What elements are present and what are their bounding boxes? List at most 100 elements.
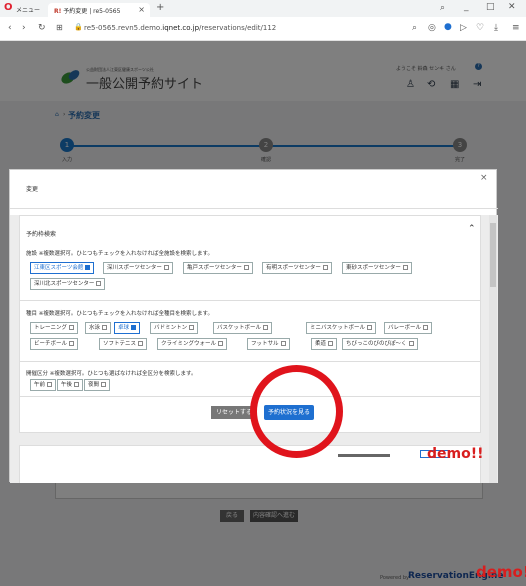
demo-watermark: demo!! xyxy=(427,446,484,462)
checkbox-box-icon[interactable] xyxy=(408,341,414,346)
lock-icon: 🔒 xyxy=(74,23,83,31)
checkbox-label: 深川スポーツセンター xyxy=(107,265,162,271)
facility-checkbox[interactable]: 深川スポーツセンター xyxy=(103,262,173,274)
facility-checkbox[interactable]: 深川北スポーツセンター xyxy=(30,278,106,290)
facility-checkbox[interactable]: 江東区スポーツ会館 xyxy=(30,262,95,274)
change-modal: 変更 × 予約枠検索 ⌃ 施設 ※複数選択可。ひとつもチェックを入れなければ全施… xyxy=(9,169,498,483)
period-checkbox[interactable]: 午後 xyxy=(57,379,84,391)
tab-close-icon[interactable]: × xyxy=(138,5,145,14)
collapse-chevron-icon[interactable]: ⌃ xyxy=(468,224,476,234)
facility-checkbox[interactable]: 亀戸スポーツセンター xyxy=(183,262,253,274)
checkbox-label: ビーチボール xyxy=(34,341,68,347)
flow-icon[interactable]: ▷ xyxy=(460,24,467,33)
easy-setup-icon[interactable]: ≡ xyxy=(512,24,520,33)
checkbox-box-icon[interactable] xyxy=(96,281,102,286)
reload-icon[interactable]: ↻ xyxy=(38,24,46,33)
sport-checkbox[interactable]: トレーニング xyxy=(30,322,79,334)
search-icon[interactable]: ⌕ xyxy=(440,4,445,13)
sport-checkbox[interactable]: バレーボール xyxy=(384,322,433,334)
search-engine-icon[interactable]: ⌕ xyxy=(412,24,417,33)
highlight-circle xyxy=(250,365,343,458)
speed-dial-icon[interactable]: ⊞ xyxy=(56,24,63,32)
window-close-icon[interactable]: ✕ xyxy=(508,3,516,12)
checkbox-box-icon[interactable] xyxy=(47,382,53,387)
sport-checkbox[interactable]: 柔道 xyxy=(311,338,338,350)
back-icon[interactable]: ‹ xyxy=(8,24,12,33)
sport-checkbox[interactable]: ちびっこのびのびぽ〜く xyxy=(342,338,418,350)
checkbox-box-icon[interactable] xyxy=(138,341,144,346)
sport-checkbox[interactable]: バスケットボール xyxy=(213,322,273,334)
period-checkbox[interactable]: 午前 xyxy=(30,379,57,391)
checkbox-box-icon[interactable] xyxy=(131,325,137,330)
checkbox-label: クライミングウォール xyxy=(161,341,217,347)
checkbox-box-icon[interactable] xyxy=(328,341,334,346)
checkbox-box-icon[interactable] xyxy=(218,341,224,346)
checkbox-label: 深川北スポーツセンター xyxy=(34,281,95,287)
tab-favicon-icon: R! xyxy=(54,8,62,15)
checkbox-box-icon[interactable] xyxy=(102,325,108,330)
checkbox-box-icon[interactable] xyxy=(69,325,75,330)
checkbox-label: 江東区スポーツ会館 xyxy=(34,265,84,271)
facility-label: 施設 ※複数選択可。ひとつもチェックを入れなければ全施設を検索します。 xyxy=(26,251,213,257)
modal-header-divider xyxy=(10,208,498,209)
sport-checkbox[interactable]: 卓球 xyxy=(114,322,141,334)
checkbox-box-icon[interactable] xyxy=(163,265,169,270)
checkbox-box-icon[interactable] xyxy=(189,325,195,330)
results-strip xyxy=(338,454,390,457)
modal-close-icon[interactable]: × xyxy=(480,173,488,183)
checkbox-label: ちびっこのびのびぽ〜く xyxy=(346,341,407,347)
checkbox-label: 卓球 xyxy=(118,325,130,331)
vpn-shield-icon[interactable]: ● xyxy=(444,23,452,32)
snapshot-icon[interactable]: ◎ xyxy=(428,24,436,33)
sport-checkbox[interactable]: バドミントン xyxy=(150,322,199,334)
browser-tab-bar: O メニュー R! 予約変更 | re5-0565 × + ⌕ _ □ ✕ xyxy=(0,0,526,17)
url-prefix: re5-0565.revn5.demo. xyxy=(84,24,163,32)
address-bar[interactable]: re5-0565.revn5.demo.iqnet.co.jp/reservat… xyxy=(84,22,346,36)
checkbox-box-icon[interactable] xyxy=(367,325,373,330)
new-tab-button[interactable]: + xyxy=(156,2,164,13)
checkbox-label: フットサル xyxy=(251,341,279,347)
sport-checkbox[interactable]: フットサル xyxy=(247,338,290,350)
period-checkbox[interactable]: 夜間 xyxy=(84,379,111,391)
minimize-icon[interactable]: _ xyxy=(464,3,469,12)
checkbox-box-icon[interactable] xyxy=(263,325,269,330)
checkbox-box-icon[interactable] xyxy=(423,325,429,330)
checkbox-label: 柔道 xyxy=(315,341,327,347)
checkbox-box-icon[interactable] xyxy=(74,382,80,387)
checkbox-box-icon[interactable] xyxy=(101,382,107,387)
checkbox-label: 午後 xyxy=(61,382,73,388)
browser-menu-label[interactable]: メニュー xyxy=(16,5,40,14)
checkbox-box-icon[interactable] xyxy=(243,265,249,270)
sport-checkbox[interactable]: ミニバスケットボール xyxy=(306,322,377,334)
checkbox-label: 午前 xyxy=(34,382,46,388)
checkbox-box-icon[interactable] xyxy=(402,265,408,270)
checkbox-box-icon[interactable] xyxy=(69,341,75,346)
checkbox-label: トレーニング xyxy=(34,325,68,331)
maximize-icon[interactable]: □ xyxy=(486,3,495,12)
panel-title: 予約枠検索 xyxy=(26,231,57,238)
modal-scrollbar[interactable] xyxy=(489,215,497,483)
checkbox-box-icon[interactable] xyxy=(85,265,91,270)
sport-checkbox[interactable]: ソフトテニス xyxy=(99,338,148,350)
download-icon[interactable]: ⤓ xyxy=(494,24,498,33)
sport-checkbox[interactable]: ビーチボール xyxy=(30,338,79,350)
checkbox-label: 亀戸スポーツセンター xyxy=(187,265,242,271)
results-panel xyxy=(19,445,481,483)
checkbox-box-icon[interactable] xyxy=(280,341,286,346)
checkbox-label: ミニバスケットボール xyxy=(310,325,366,331)
browser-tab[interactable]: R! 予約変更 | re5-0565 × xyxy=(48,3,150,17)
forward-icon[interactable]: › xyxy=(22,24,26,33)
checkbox-label: 夜間 xyxy=(88,382,100,388)
checkbox-label: バドミントン xyxy=(154,325,188,331)
heart-icon[interactable]: ♡ xyxy=(476,24,484,33)
facility-checkbox[interactable]: 有明スポーツセンター xyxy=(262,262,332,274)
url-path: /reservations/edit/112 xyxy=(199,24,277,32)
sport-checkbox[interactable]: クライミングウォール xyxy=(157,338,228,350)
opera-logo-icon[interactable]: O xyxy=(4,2,13,13)
checkbox-box-icon[interactable] xyxy=(322,265,328,270)
sport-checkbox[interactable]: 水泳 xyxy=(85,322,112,334)
scrollbar-thumb[interactable] xyxy=(490,223,496,287)
sport-label: 種目 ※複数選択可。ひとつもチェックを入れなければ全種目を検索します。 xyxy=(26,311,213,317)
facility-checkbox[interactable]: 東砂スポーツセンター xyxy=(342,262,412,274)
section-divider xyxy=(20,361,480,362)
